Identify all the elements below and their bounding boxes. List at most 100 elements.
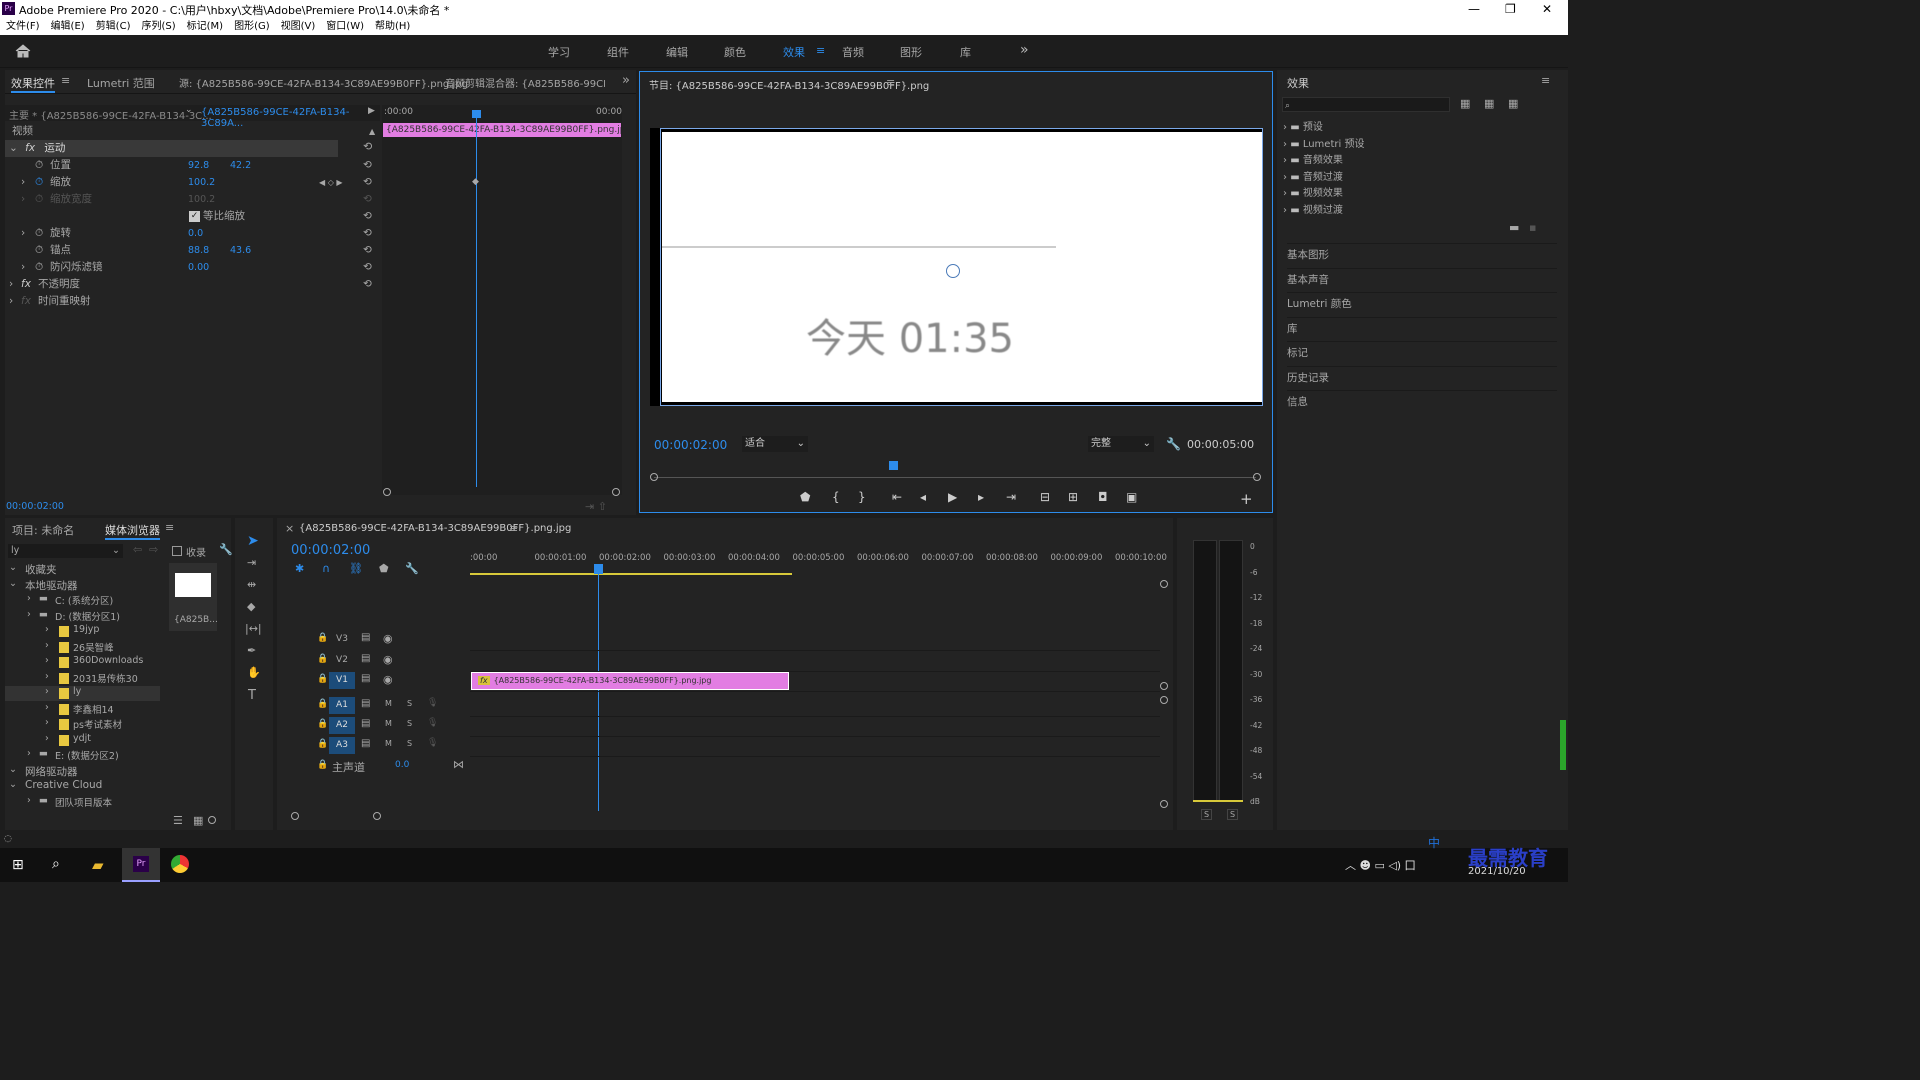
scale-value[interactable]: 100.2 xyxy=(188,174,215,191)
mic-icon[interactable]: 🎙 xyxy=(427,718,438,728)
collapse-icon[interactable]: ⋈ xyxy=(453,758,464,771)
track-lane[interactable] xyxy=(470,716,1160,717)
snap-icon[interactable]: ∩ xyxy=(322,562,330,575)
wrench-icon[interactable]: 🔧 xyxy=(1166,437,1181,451)
lift-icon[interactable]: ⊟ xyxy=(1040,490,1052,504)
track-lane[interactable] xyxy=(470,691,1160,692)
favorites-checkbox[interactable] xyxy=(172,546,182,556)
sync-lock-icon[interactable]: ▤ xyxy=(361,718,370,729)
scroll-handle[interactable] xyxy=(1160,682,1168,690)
menu-icon[interactable]: ≡ xyxy=(816,44,825,57)
expand-icon[interactable]: › xyxy=(21,225,25,242)
razor-tool-icon[interactable]: ◆ xyxy=(247,600,255,613)
nest-icon[interactable]: ✱ xyxy=(295,562,304,575)
scroll-up-icon[interactable]: ▲ xyxy=(369,123,375,140)
anchor-x-value[interactable]: 88.8 xyxy=(188,242,209,259)
position-y-value[interactable]: 42.2 xyxy=(230,157,251,174)
expand-icon[interactable]: › xyxy=(9,293,13,310)
mark-out-icon[interactable]: } xyxy=(858,490,868,504)
marker-icon[interactable]: ⬟ xyxy=(800,490,812,504)
reset-icon[interactable]: ⟲ xyxy=(363,225,372,242)
stopwatch-icon[interactable]: ⏱ xyxy=(35,157,43,174)
sync-lock-icon[interactable]: ▤ xyxy=(361,738,370,749)
export-icon[interactable]: ⇥ ⇧ xyxy=(585,500,607,513)
windows-start-icon[interactable]: ⊞ xyxy=(12,857,24,873)
maximize-button[interactable]: ❐ xyxy=(1505,2,1516,16)
slip-tool-icon[interactable]: |↔| xyxy=(245,622,262,635)
tree-item[interactable]: › 李鑫相14 xyxy=(5,702,160,717)
stopwatch-icon[interactable]: ⏱ xyxy=(35,225,43,242)
linked-selection-icon[interactable]: ⛓ xyxy=(349,562,363,575)
lock-icon[interactable]: 🔒 xyxy=(317,760,328,770)
scroll-handle[interactable] xyxy=(1160,580,1168,588)
scroll-handle[interactable] xyxy=(612,488,620,496)
track-lane[interactable] xyxy=(470,756,1160,757)
track-lane[interactable] xyxy=(470,736,1160,737)
tree-item[interactable]: ⌄ 本地驱动器 xyxy=(5,578,160,593)
effects-folder[interactable]: › ▬ 预设 xyxy=(1283,118,1323,133)
effects-folder[interactable]: › ▬ 音频效果 xyxy=(1283,151,1343,166)
tree-item[interactable]: › ▬ D: (数据分区1) xyxy=(5,609,160,624)
step-forward-icon[interactable]: ▸ xyxy=(978,490,986,504)
delete-icon[interactable]: ▪ xyxy=(1529,221,1536,234)
play-icon[interactable]: ▶ xyxy=(948,490,959,504)
mark-in-icon[interactable]: { xyxy=(832,490,842,504)
solo-button[interactable]: S xyxy=(407,719,412,728)
menu-icon[interactable]: ≡ xyxy=(165,521,174,534)
motion-label[interactable]: 运动 xyxy=(44,142,65,154)
search-icon[interactable]: ⌕ xyxy=(52,856,60,872)
workspace-tab[interactable]: 效果 xyxy=(783,44,805,60)
solo-button[interactable]: S xyxy=(407,699,412,708)
master-volume[interactable]: 0.0 xyxy=(395,760,409,770)
tree-item[interactable]: › ▬ C: (系统分区) xyxy=(5,593,160,608)
more-tabs-icon[interactable]: » xyxy=(622,73,630,88)
keyframe-nav-icon[interactable]: ◀ ◇ ▶ xyxy=(319,174,343,191)
effects-section[interactable]: 历史记录 xyxy=(1287,365,1557,386)
effects-section[interactable]: 标记 xyxy=(1287,341,1557,361)
rotation-value[interactable]: 0.0 xyxy=(188,225,203,242)
lock-icon[interactable]: 🔒 xyxy=(317,654,328,664)
video-frame[interactable]: 今天 01:35 xyxy=(650,128,1263,406)
ime-indicator[interactable]: 中 xyxy=(1428,834,1440,851)
32bit-effects-icon[interactable]: ▦ xyxy=(1484,97,1494,110)
menu-icon[interactable]: ≡ xyxy=(509,522,518,535)
reset-icon[interactable]: ⟲ xyxy=(363,157,372,174)
back-icon[interactable]: ⇦ xyxy=(133,543,142,556)
expand-icon[interactable]: ⌄ xyxy=(9,142,18,154)
antiflicker-value[interactable]: 0.00 xyxy=(188,259,209,276)
extract-icon[interactable]: ⊞ xyxy=(1068,490,1080,504)
tree-item[interactable]: › ps考试素材 xyxy=(5,717,160,732)
tab-project[interactable]: 项目: 未命名 xyxy=(12,522,74,538)
effects-folder[interactable]: › ▬ Lumetri 预设 xyxy=(1283,135,1364,150)
add-marker-icon[interactable]: ⬟ xyxy=(379,562,389,575)
premiere-taskbar-icon[interactable]: Pr xyxy=(122,848,160,882)
chevron-down-icon[interactable]: ⌄ xyxy=(185,105,193,115)
workspace-tab[interactable]: 组件 xyxy=(607,44,629,60)
effects-section[interactable]: 基本声音 xyxy=(1287,267,1557,288)
wrench-icon[interactable]: 🔧 xyxy=(405,562,419,575)
forward-icon[interactable]: ⇨ xyxy=(149,543,158,556)
file-explorer-icon[interactable]: ▰ xyxy=(92,856,104,874)
effect-timeline[interactable]: :00:00 00:00 {A825B586-99CE-42FA-B134-3C… xyxy=(382,105,622,495)
scroll-handle[interactable] xyxy=(1160,696,1168,704)
selection-tool-icon[interactable]: ➤ xyxy=(247,533,259,549)
expand-icon[interactable]: › xyxy=(21,174,25,191)
tab-lumetri-scopes[interactable]: Lumetri 范围 xyxy=(87,75,155,91)
reset-icon[interactable]: ⟲ xyxy=(363,276,372,293)
menu-item[interactable]: 帮助(H) xyxy=(375,21,410,32)
wrench-icon[interactable]: 🔧 xyxy=(219,543,233,556)
fx-badge[interactable]: fx xyxy=(25,142,35,154)
menu-item[interactable]: 剪辑(C) xyxy=(96,21,131,32)
horizontal-scrollbar[interactable] xyxy=(291,812,1161,822)
clip-bar[interactable]: {A825B586-99CE-42FA-B134-3C89AE99B0FF}.p… xyxy=(383,123,621,137)
sync-lock-icon[interactable]: ▤ xyxy=(361,632,370,643)
track-label[interactable]: V1 xyxy=(329,672,355,689)
workspace-tab[interactable]: 库 xyxy=(960,44,971,60)
reset-icon[interactable]: ⟲ xyxy=(363,140,372,153)
menu-item[interactable]: 文件(F) xyxy=(6,21,40,32)
menu-item[interactable]: 图形(G) xyxy=(234,21,270,32)
reset-icon[interactable]: ⟲ xyxy=(363,208,372,225)
scroll-handle[interactable] xyxy=(383,488,391,496)
step-back-icon[interactable]: ◂ xyxy=(920,490,928,504)
track-label[interactable]: V2 xyxy=(329,652,355,669)
